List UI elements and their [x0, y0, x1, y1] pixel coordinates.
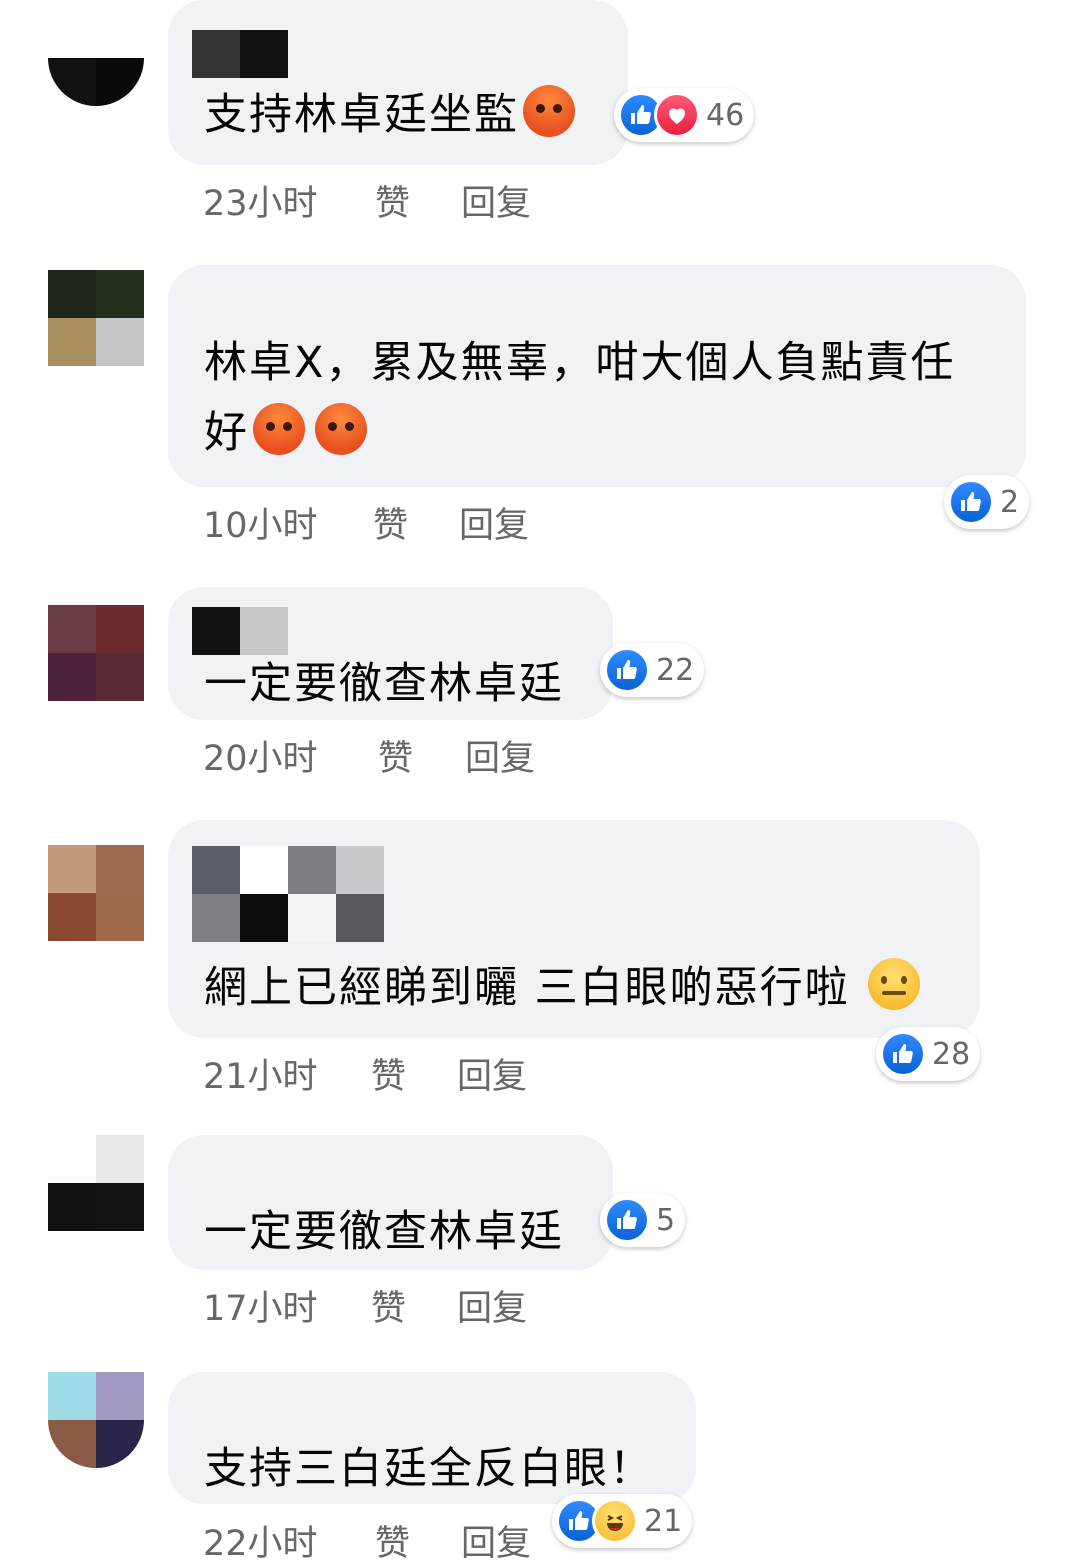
- comment-text-content: 一定要徹查林卓廷: [204, 659, 564, 709]
- comment-text: 支持林卓廷坐監: [204, 80, 575, 150]
- angry-emoji-icon: [253, 403, 305, 455]
- comment-text: 一定要徹查林卓廷: [204, 649, 564, 719]
- reaction-count: 28: [932, 1036, 971, 1072]
- like-button[interactable]: 赞: [378, 730, 413, 781]
- comment-bubble: 網上已經睇到曬 三白眼啲惡行啦: [168, 820, 980, 1038]
- comment-text-content: 支持林卓廷坐監: [204, 90, 519, 140]
- avatar[interactable]: [48, 605, 144, 701]
- angry-emoji-icon: [523, 85, 575, 137]
- haha-reaction-icon: [592, 1498, 638, 1544]
- like-button[interactable]: 赞: [375, 175, 410, 226]
- avatar[interactable]: [48, 1372, 144, 1468]
- love-reaction-icon: [654, 92, 700, 138]
- comment-text: 一定要徹查林卓廷: [204, 1197, 564, 1267]
- avatar[interactable]: [48, 270, 144, 366]
- comment-text: 網上已經睇到曬 三白眼啲惡行啦: [204, 953, 920, 1023]
- timestamp[interactable]: 22小时: [203, 1515, 318, 1566]
- comment-bubble: 支持林卓廷坐監: [168, 0, 628, 165]
- reply-button[interactable]: 回复: [459, 497, 529, 548]
- timestamp[interactable]: 17小时: [203, 1280, 318, 1331]
- timestamp[interactable]: 23小时: [203, 175, 318, 226]
- comment-text-content: 支持三白廷全反白眼！: [204, 1444, 654, 1494]
- reaction-count: 46: [706, 97, 745, 133]
- avatar[interactable]: [48, 1135, 144, 1231]
- comment-text-line: 好: [204, 408, 249, 458]
- comment-bubble: 一定要徹查林卓廷: [168, 587, 613, 720]
- reaction-count: 21: [644, 1503, 683, 1539]
- reaction-summary[interactable]: 46: [614, 88, 755, 142]
- reaction-count: 22: [656, 652, 695, 688]
- comment-text-content: 網上已經睇到曬 三白眼啲惡行啦: [204, 963, 850, 1013]
- reaction-summary[interactable]: 22: [600, 643, 705, 697]
- reply-button[interactable]: 回复: [457, 1280, 527, 1331]
- reaction-summary[interactable]: 21: [552, 1494, 693, 1548]
- like-reaction-icon: [604, 1197, 650, 1243]
- comment-text-line: 林卓X，累及無辜，咁大個人負點責任: [204, 338, 956, 388]
- like-reaction-icon: [880, 1031, 926, 1077]
- like-reaction-icon: [604, 647, 650, 693]
- comment-bubble: 支持三白廷全反白眼！: [168, 1372, 696, 1504]
- comment-bubble: 一定要徹查林卓廷: [168, 1135, 613, 1270]
- avatar[interactable]: [48, 845, 144, 941]
- commenter-name-redacted[interactable]: [192, 607, 288, 655]
- reply-button[interactable]: 回复: [457, 1048, 527, 1099]
- timestamp[interactable]: 10小时: [203, 497, 318, 548]
- timestamp[interactable]: 21小时: [203, 1048, 318, 1099]
- reaction-summary[interactable]: 28: [876, 1027, 981, 1081]
- comment-bubble: 林卓X，累及無辜，咁大個人負點責任 好: [168, 265, 1026, 487]
- reply-button[interactable]: 回复: [465, 730, 535, 781]
- commenter-name-redacted[interactable]: [192, 846, 384, 942]
- like-button[interactable]: 赞: [373, 497, 408, 548]
- commenter-name-redacted[interactable]: [192, 30, 288, 78]
- like-button[interactable]: 赞: [375, 1515, 410, 1566]
- reaction-summary[interactable]: 5: [600, 1193, 686, 1247]
- reply-button[interactable]: 回复: [461, 175, 531, 226]
- reply-button[interactable]: 回复: [461, 1515, 531, 1566]
- reaction-count: 2: [1000, 484, 1020, 520]
- timestamp[interactable]: 20小时: [203, 730, 318, 781]
- reaction-count: 5: [656, 1202, 676, 1238]
- reaction-summary[interactable]: 2: [944, 475, 1030, 529]
- comment-text-content: 一定要徹查林卓廷: [204, 1207, 564, 1257]
- neutral-face-emoji-icon: [867, 958, 920, 1010]
- like-reaction-icon: [948, 479, 994, 525]
- angry-emoji-icon: [315, 403, 367, 455]
- comment-text: 林卓X，累及無辜，咁大個人負點責任 好: [204, 328, 955, 468]
- avatar[interactable]: [48, 10, 144, 106]
- like-button[interactable]: 赞: [371, 1280, 406, 1331]
- like-button[interactable]: 赞: [371, 1048, 406, 1099]
